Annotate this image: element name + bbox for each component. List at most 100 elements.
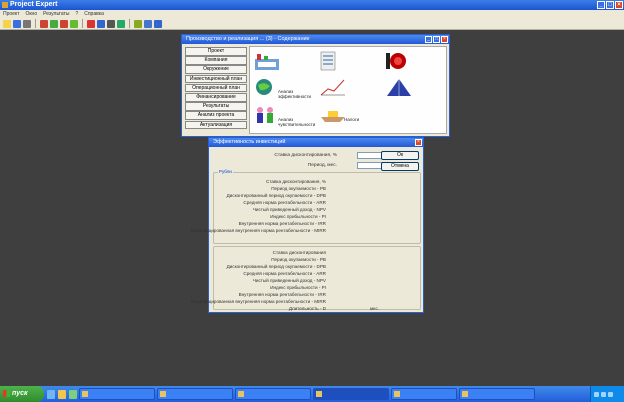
quicklaunch-ie-icon[interactable] [47,389,55,399]
window-icon[interactable] [144,19,152,28]
rubles-group-label: Рубли [218,169,233,174]
contents-tile-5[interactable] [386,77,446,101]
open-icon[interactable] [3,19,11,28]
windows-flag-icon [3,390,10,397]
menu-item-3[interactable]: ? [75,10,78,18]
app-titlebar: Project Expert _ □ × [0,0,624,10]
metric-row: Индекс прибыльности - PI [220,285,416,292]
taskbar-task-1[interactable] [157,388,233,400]
table-icon[interactable] [97,19,105,28]
contents-maximize-button[interactable]: □ [433,36,440,43]
contents-menu-item-2[interactable]: Окружение [185,65,247,74]
calc-icon[interactable] [70,19,78,28]
metric-label: Средняя норма рентабельности - ARR [243,271,326,276]
contents-menu-item-5[interactable]: Финансирование [185,92,247,102]
menu-item-0[interactable]: Проект [3,10,19,18]
help-icon[interactable] [154,19,162,28]
close-button[interactable]: × [615,1,623,9]
mountain-icon [386,77,412,99]
metric-value [340,299,362,305]
header-input-0[interactable] [357,152,383,159]
print-icon[interactable] [23,19,31,28]
contents-menu-item-0[interactable]: Проект [185,47,247,56]
paste-icon[interactable] [60,19,68,28]
metric-label: Внутренняя норма рентабельности - IRR [238,221,326,226]
copy-icon[interactable] [50,19,58,28]
taskbar-task-4[interactable] [391,388,457,400]
cancel-button[interactable]: Отмена [381,162,419,171]
contents-menu-item-6[interactable]: Результаты [185,102,247,111]
system-tray [590,386,624,402]
metric-label: Индекс прибыльности - PI [270,214,326,219]
menu-item-4[interactable]: Справка [84,10,104,18]
toolbar-separator [35,19,36,28]
contents-menu-item-4[interactable]: Операционный план [185,83,247,93]
taskbar-task-3[interactable] [313,388,389,400]
metric-row: Дисконтированный период окупаемости - DP… [220,193,416,200]
start-button[interactable]: пуск [0,386,44,402]
contents-menu-item-3[interactable]: Инвестиционный план [185,74,247,84]
contents-minimize-button[interactable]: _ [425,36,432,43]
task-app-icon [316,391,322,397]
header-label: Ставка дисконтирования, % [274,153,337,158]
contents-tile-2[interactable] [386,51,446,75]
metric-value [340,257,362,263]
task-app-icon [238,391,244,397]
contents-tile-6[interactable]: Анализ чувствительности [254,105,316,129]
quicklaunch-desktop-icon[interactable] [69,389,77,399]
metric-value [340,179,362,185]
ok-button[interactable]: Ок [381,151,419,160]
chart-icon[interactable] [87,19,95,28]
metric-row: Средняя норма рентабельности - ARR [220,271,416,278]
contents-menu: Проект Компания Окружение Инвестиционный пл… [185,47,247,130]
contents-close-button[interactable]: × [441,36,448,43]
report-icon[interactable] [117,19,125,28]
contents-tile-caption: Анализ эффективности [278,89,312,99]
taskbar-task-5[interactable] [459,388,535,400]
tray-lang-icon[interactable] [608,391,613,397]
metric-label: Модифицированная внутренняя норма рентаб… [190,228,326,233]
settings-icon[interactable] [134,19,142,28]
metric-value [340,285,362,291]
metric-value [340,306,362,312]
contents-dialog-titlebar[interactable]: Производство и реализация ... (3) - Соде… [182,35,449,44]
people-icon [254,105,280,127]
contents-tile-1[interactable] [320,51,380,75]
graph-icon[interactable] [107,19,115,28]
tray-network-icon[interactable] [594,391,599,397]
efficiency-dialog-titlebar[interactable]: Эффективность инвестиций × [209,138,423,147]
metric-row: Внутренняя норма рентабельности - IRR [220,292,416,299]
contents-menu-item-1[interactable]: Компания [185,56,247,65]
menu-item-1[interactable]: Окно [25,10,37,18]
metric-row: Дисконтированный период окупаемости - DP… [220,264,416,271]
maximize-button[interactable]: □ [606,1,614,9]
globe-icon [254,77,280,99]
taskbar-task-2[interactable] [235,388,311,400]
metric-value [340,186,362,192]
contents-tile-caption: Анализ чувствительности [278,117,316,127]
save-icon[interactable] [13,19,21,28]
factory-icon [254,51,280,73]
metric-row: Ставка дисконтирования [220,250,416,257]
header-input-1[interactable] [357,162,383,169]
metric-value [340,278,362,284]
cut-icon[interactable] [40,19,48,28]
taskbar-task-0[interactable] [79,388,155,400]
menu-item-2[interactable]: Результаты [43,10,69,18]
minimize-button[interactable]: _ [597,1,605,9]
metric-value [340,193,362,199]
quicklaunch-explorer-icon[interactable] [58,389,66,399]
metric-value [340,271,362,277]
list-icon [320,51,346,73]
task-app-icon [82,391,88,397]
contents-menu-item-7[interactable]: Анализ проекта [185,111,247,120]
contents-menu-item-8[interactable]: Актуализация [185,120,247,130]
efficiency-close-button[interactable]: × [415,139,422,146]
metric-value [340,207,362,213]
contents-tile-0[interactable] [254,51,314,75]
contents-tile-3[interactable]: Анализ эффективности [254,77,314,101]
contents-tile-7[interactable]: Налоги [320,105,380,129]
contents-tile-4[interactable] [320,77,380,101]
tray-volume-icon[interactable] [601,391,606,397]
metric-label: Чистый приведенный доход - NPV [252,207,326,212]
